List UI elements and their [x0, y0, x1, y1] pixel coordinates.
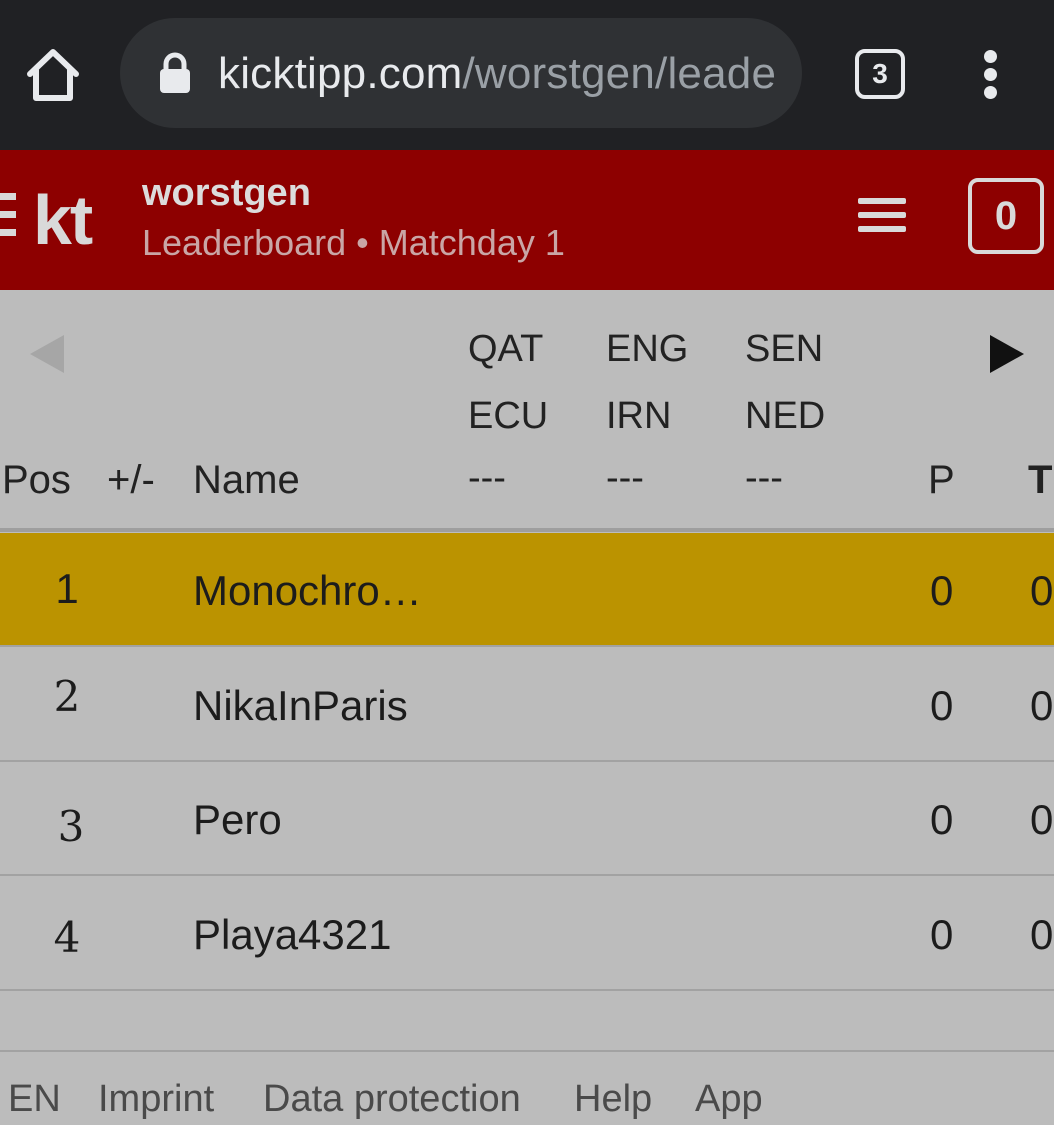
- match-column-2: ENG IRN ---: [606, 316, 688, 498]
- match-score: ---: [468, 457, 506, 499]
- match-column-1: QAT ECU ---: [468, 316, 548, 498]
- row-total: 0: [1030, 796, 1054, 843]
- header-points[interactable]: P: [928, 458, 955, 503]
- url-path: /worstgen/leade: [462, 49, 777, 98]
- header-divider: [0, 528, 1054, 532]
- row-position: 2: [53, 672, 81, 721]
- kicktipp-logo[interactable]: kt: [33, 180, 93, 260]
- url-text[interactable]: kicktipp.com/worstgen/leade: [218, 44, 783, 104]
- row-position: 3: [57, 802, 85, 851]
- row-points: 0: [930, 911, 954, 958]
- footer-links: EN Imprint Data protection Help App: [0, 1070, 1054, 1125]
- header-name[interactable]: Name: [193, 458, 300, 503]
- tab-switcher-button[interactable]: 3: [855, 49, 905, 99]
- footer-link-help[interactable]: Help: [574, 1078, 652, 1121]
- browser-toolbar: kicktipp.com/worstgen/leade 3: [0, 0, 1054, 150]
- home-icon[interactable]: [22, 44, 84, 106]
- group-name[interactable]: worstgen: [142, 172, 311, 215]
- address-bar[interactable]: kicktipp.com/worstgen/leade: [120, 18, 802, 128]
- page-subtitle: Leaderboard • Matchday 1: [142, 222, 565, 263]
- row-total: 0: [1030, 911, 1054, 958]
- row-total: 0: [1030, 682, 1054, 729]
- match-away-team: IRN: [606, 395, 672, 437]
- table-row[interactable]: 3 Pero 0 0: [0, 762, 1054, 876]
- match-column-3: SEN NED ---: [745, 316, 825, 498]
- previous-matches-arrow-icon[interactable]: [30, 335, 64, 373]
- match-away-team: NED: [745, 395, 826, 437]
- match-score: ---: [606, 457, 644, 499]
- footer-link-language[interactable]: EN: [8, 1078, 61, 1121]
- footer-link-app[interactable]: App: [695, 1078, 763, 1121]
- header-change[interactable]: +/-: [107, 458, 155, 503]
- row-points: 0: [930, 567, 954, 614]
- footer-link-imprint[interactable]: Imprint: [98, 1078, 214, 1121]
- row-total: 0: [1030, 567, 1054, 614]
- tip-counter-badge[interactable]: 0: [968, 178, 1044, 254]
- row-name[interactable]: Monochro…: [193, 567, 422, 615]
- table-row[interactable]: 4 Playa4321 0 0: [0, 877, 1054, 991]
- row-name[interactable]: Pero: [193, 796, 282, 844]
- lock-icon: [160, 52, 190, 93]
- row-position: 4: [53, 913, 81, 962]
- row-points: 0: [930, 682, 954, 729]
- table-row[interactable]: 1 Monochro… 0 0: [0, 533, 1054, 647]
- match-home-team: SEN: [745, 328, 824, 370]
- row-name[interactable]: NikaInParis: [193, 682, 408, 730]
- more-options-icon[interactable]: [980, 50, 1000, 100]
- match-home-team: ENG: [606, 328, 689, 370]
- match-home-team: QAT: [468, 328, 544, 370]
- footer-divider: [0, 1050, 1054, 1052]
- side-menu-icon[interactable]: [0, 193, 16, 237]
- next-matches-arrow-icon[interactable]: [990, 335, 1024, 373]
- table-row[interactable]: 2 NikaInParis 0 0: [0, 648, 1054, 762]
- app-header: kt worstgen Leaderboard • Matchday 1 0: [0, 150, 1054, 290]
- header-pos[interactable]: Pos: [2, 458, 71, 503]
- row-points: 0: [930, 796, 954, 843]
- row-name[interactable]: Playa4321: [193, 911, 392, 959]
- match-away-team: ECU: [468, 395, 549, 437]
- row-position: 1: [55, 565, 79, 612]
- header-total[interactable]: T: [1028, 458, 1052, 503]
- menu-icon[interactable]: [858, 198, 906, 238]
- footer-link-data-protection[interactable]: Data protection: [263, 1078, 521, 1121]
- url-host: kicktipp.com: [218, 49, 463, 98]
- match-score: ---: [745, 457, 783, 499]
